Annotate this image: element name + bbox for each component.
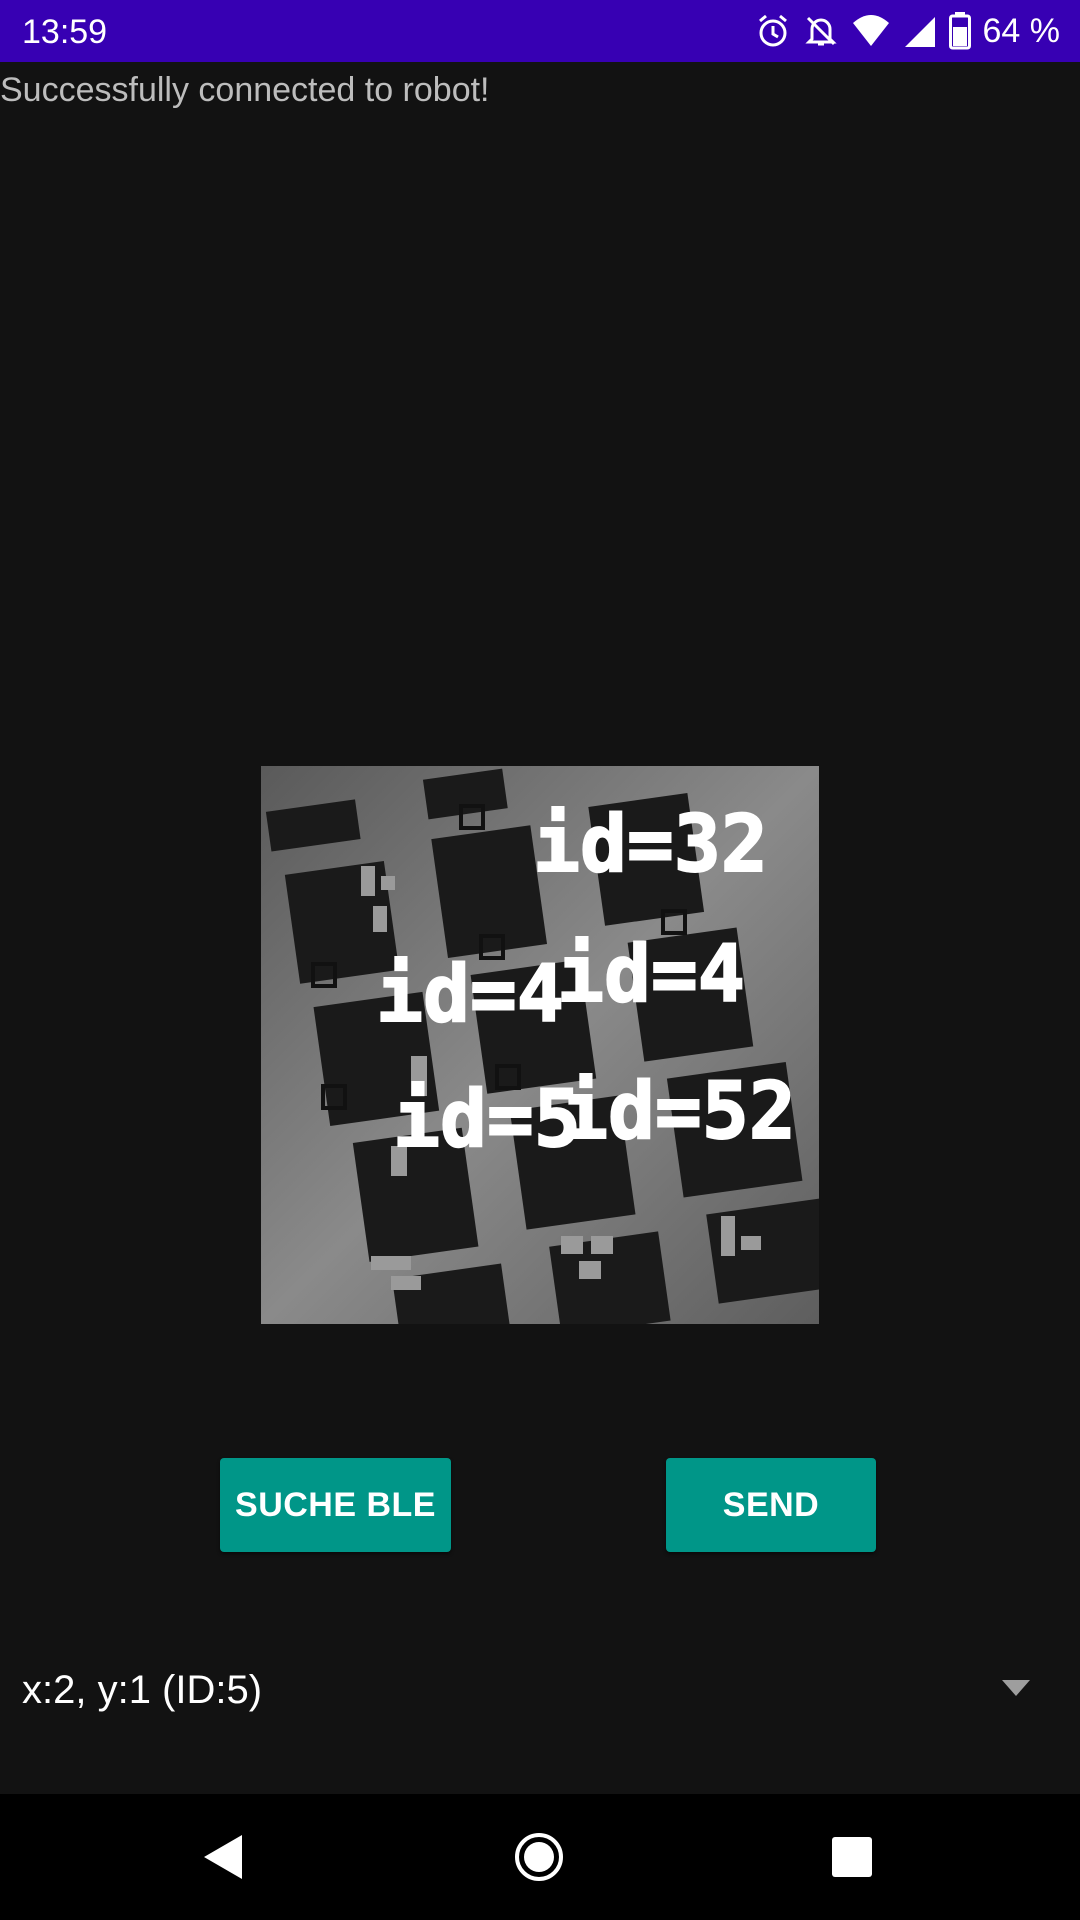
battery-percent: 64 % [982,12,1061,50]
position-spinner[interactable]: x:2, y:1 (ID:5) [0,1640,1080,1740]
marker-label: id=52 [561,1067,796,1157]
marker-label: id=4 [557,930,745,1020]
home-icon[interactable] [513,1831,565,1883]
marker-label: id=5 [393,1075,581,1165]
dropdown-arrow-icon [1002,1680,1030,1701]
alarm-icon [755,13,791,49]
search-ble-button[interactable]: SUCHE BLE [220,1458,451,1552]
status-time: 13:59 [22,13,108,51]
status-bar: 13:59 64 % [0,0,1080,62]
spinner-selected-value: x:2, y:1 (ID:5) [22,1668,263,1712]
camera-preview: id=32 id=4 id=4 id=5 id=52 [261,766,819,1324]
wifi-icon [851,13,891,49]
signal-icon [903,13,937,49]
back-icon[interactable] [198,1831,250,1883]
marker-label: id=32 [533,800,768,890]
recents-icon[interactable] [826,1831,878,1883]
connection-status-text: Successfully connected to robot! [0,71,490,109]
marker-label: id=4 [376,950,564,1040]
camera-preview-image: id=32 id=4 id=4 id=5 id=52 [261,766,819,1324]
status-icons: 64 % [755,10,1061,52]
bell-off-icon [803,13,839,49]
battery-icon [948,12,971,50]
send-button[interactable]: SEND [666,1458,876,1552]
navigation-bar [0,1794,1080,1920]
